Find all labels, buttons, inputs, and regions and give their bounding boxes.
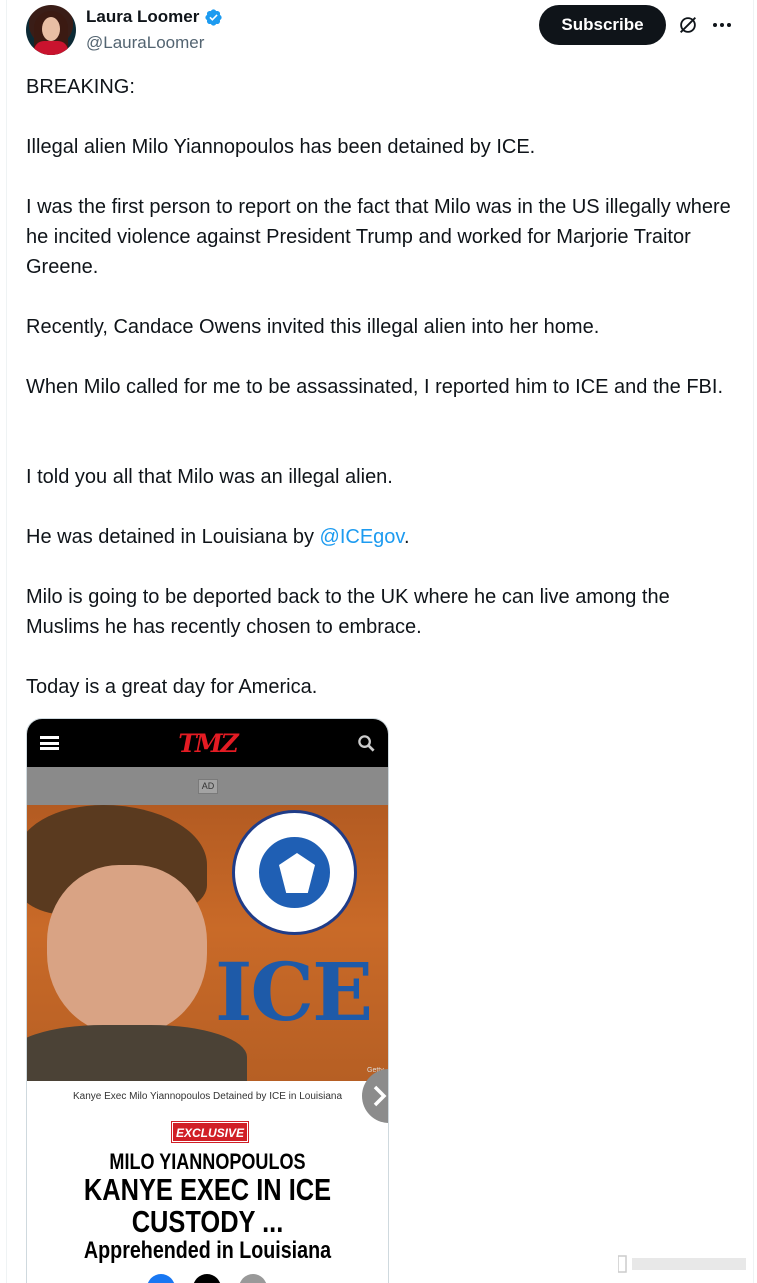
search-icon bbox=[358, 735, 375, 752]
avatar[interactable] bbox=[26, 5, 76, 55]
article-photo: ICE Getty bbox=[27, 805, 388, 1081]
share-row bbox=[147, 1274, 267, 1283]
subscribe-button[interactable]: Subscribe bbox=[539, 5, 666, 45]
tweet-paragraph: He was detained in Louisiana by @ICEgov. bbox=[26, 522, 736, 552]
tweet-paragraph: Milo is going to be deported back to the… bbox=[26, 586, 670, 638]
tweet-paragraph: Illegal alien Milo Yiannopoulos has been… bbox=[26, 136, 536, 158]
tmz-header: TMZ bbox=[27, 719, 388, 767]
tweet-media-image[interactable]: TMZ AD ICE Getty Kanye Exec Milo Yiannop… bbox=[26, 718, 389, 1283]
watermark-icon bbox=[618, 1255, 746, 1273]
display-name[interactable]: Laura Loomer bbox=[86, 7, 199, 27]
verified-badge-icon bbox=[205, 8, 222, 26]
x-icon bbox=[193, 1274, 221, 1283]
handle[interactable]: @LauraLoomer bbox=[86, 33, 204, 53]
headline-line: CUSTODY ... bbox=[131, 1204, 284, 1239]
mention-link[interactable]: @ICEgov bbox=[320, 526, 404, 548]
grok-icon[interactable] bbox=[677, 14, 699, 36]
facebook-icon bbox=[147, 1274, 175, 1283]
headline-line: KANYE EXEC IN ICE bbox=[83, 1172, 332, 1207]
detained-text: He was detained in Louisiana by bbox=[26, 526, 320, 548]
dhs-seal bbox=[232, 810, 357, 935]
author-name-row[interactable]: Laura Loomer bbox=[86, 7, 223, 27]
tweet-paragraph: Recently, Candace Owens invited this ill… bbox=[26, 316, 600, 338]
share-icon bbox=[239, 1274, 267, 1283]
more-icon[interactable] bbox=[711, 14, 733, 36]
detained-suffix: . bbox=[403, 526, 410, 548]
tweet-paragraph: I was the first person to report on the … bbox=[26, 196, 731, 278]
photo-caption: Kanye Exec Milo Yiannopoulos Detained by… bbox=[72, 1091, 343, 1102]
tweet-paragraph: I told you all that Milo was an illegal … bbox=[26, 466, 393, 488]
exclusive-badge: EXCLUSIVE bbox=[171, 1121, 249, 1143]
tweet-paragraph: Today is a great day for America. bbox=[26, 676, 318, 698]
ice-logo-text: ICE bbox=[215, 945, 373, 1039]
tmz-logo: TMZ bbox=[178, 729, 239, 758]
ad-badge: AD bbox=[198, 779, 218, 794]
chevron-right-icon bbox=[373, 1085, 387, 1107]
headline-line: Apprehended in Louisiana bbox=[83, 1237, 332, 1264]
tweet-paragraph: BREAKING: bbox=[26, 76, 135, 98]
tweet-paragraph: When Milo called for me to be assassinat… bbox=[26, 376, 724, 398]
